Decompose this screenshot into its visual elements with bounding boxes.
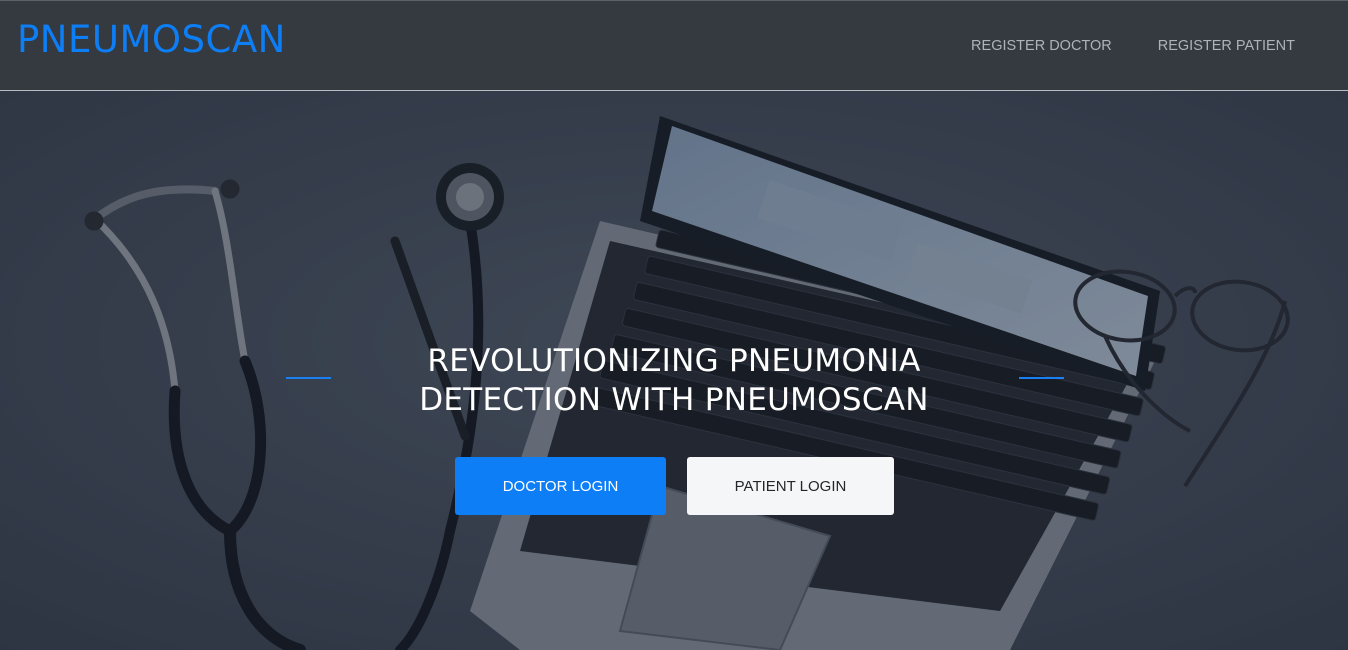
brand-logo[interactable]: PNEUMOSCAN — [17, 21, 286, 58]
register-doctor-link[interactable]: REGISTER DOCTOR — [971, 37, 1112, 55]
hero-headline: REVOLUTIONIZING PNEUMONIA DETECTION WITH… — [330, 342, 1018, 420]
hero-headline-line-2: DETECTION WITH PNEUMOSCAN — [419, 382, 929, 418]
nav-links: REGISTER DOCTOR REGISTER PATIENT — [971, 37, 1295, 55]
navbar: PNEUMOSCAN REGISTER DOCTOR REGISTER PATI… — [0, 0, 1348, 91]
headline-decoration-right — [1019, 377, 1064, 379]
patient-login-button[interactable]: PATIENT LOGIN — [687, 457, 894, 515]
hero-headline-line-1: REVOLUTIONIZING PNEUMONIA — [427, 343, 921, 379]
headline-decoration-left — [286, 377, 331, 379]
hero-section: REVOLUTIONIZING PNEUMONIA DETECTION WITH… — [0, 91, 1348, 650]
register-patient-link[interactable]: REGISTER PATIENT — [1158, 37, 1295, 55]
doctor-login-button[interactable]: DOCTOR LOGIN — [455, 457, 666, 515]
